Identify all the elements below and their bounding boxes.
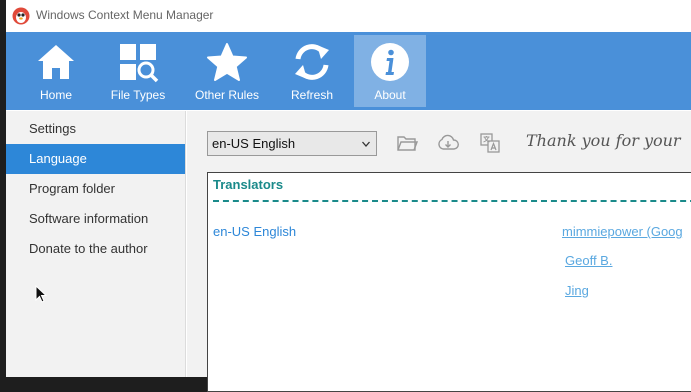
chevron-down-icon: [362, 141, 370, 147]
file-types-button[interactable]: File Types: [102, 35, 174, 107]
mouse-cursor-icon: [35, 285, 47, 303]
open-folder-icon[interactable]: [396, 132, 418, 154]
sidebar-item-program-folder[interactable]: Program folder: [6, 174, 185, 204]
sidebar-item-language[interactable]: Language: [6, 144, 185, 174]
sidebar: Settings Language Program folder Softwar…: [6, 111, 186, 377]
app-logo-icon: [12, 7, 30, 25]
file-types-icon: [120, 44, 159, 83]
refresh-button[interactable]: Refresh: [276, 35, 348, 107]
star-icon: [207, 43, 247, 81]
window-title: Windows Context Menu Manager: [36, 8, 214, 22]
translator-link[interactable]: mimmiepower (Goog: [562, 224, 683, 239]
translator-link[interactable]: Jing: [565, 283, 589, 298]
info-icon: [371, 43, 409, 81]
other-rules-label: Other Rules: [194, 88, 260, 102]
language-select[interactable]: en-US English: [207, 131, 377, 156]
refresh-icon: [295, 44, 329, 80]
file-types-label: File Types: [110, 88, 166, 102]
translator-language: en-US English: [213, 224, 297, 239]
translators-panel: Translators en-US English mimmiepower (G…: [207, 172, 691, 392]
sidebar-item-software-information[interactable]: Software information: [6, 204, 185, 234]
translators-heading: Translators: [213, 177, 284, 192]
sidebar-item-settings[interactable]: Settings: [6, 114, 185, 144]
cloud-download-icon[interactable]: [437, 132, 459, 154]
home-button[interactable]: Home: [20, 35, 92, 107]
sidebar-item-donate[interactable]: Donate to the author: [6, 234, 185, 264]
heading-divider: [213, 200, 691, 202]
main-toolbar: Home File Types Other Rules Refresh Abou…: [6, 32, 691, 110]
other-rules-button[interactable]: Other Rules: [191, 35, 263, 107]
language-select-value: en-US English: [212, 136, 296, 151]
thanks-text: Thank you for your: [526, 131, 681, 150]
app-window: Windows Context Menu Manager Home File T…: [0, 0, 691, 392]
about-label: About: [374, 88, 406, 102]
language-page: en-US English Thank you for your Transla…: [187, 111, 691, 392]
translate-icon[interactable]: [479, 132, 501, 154]
translator-link[interactable]: Geoff B.: [565, 253, 612, 268]
home-icon: [38, 45, 74, 79]
about-button[interactable]: About: [354, 35, 426, 107]
refresh-label: Refresh: [290, 88, 334, 102]
home-label: Home: [39, 88, 72, 102]
title-bar: Windows Context Menu Manager: [6, 0, 691, 32]
